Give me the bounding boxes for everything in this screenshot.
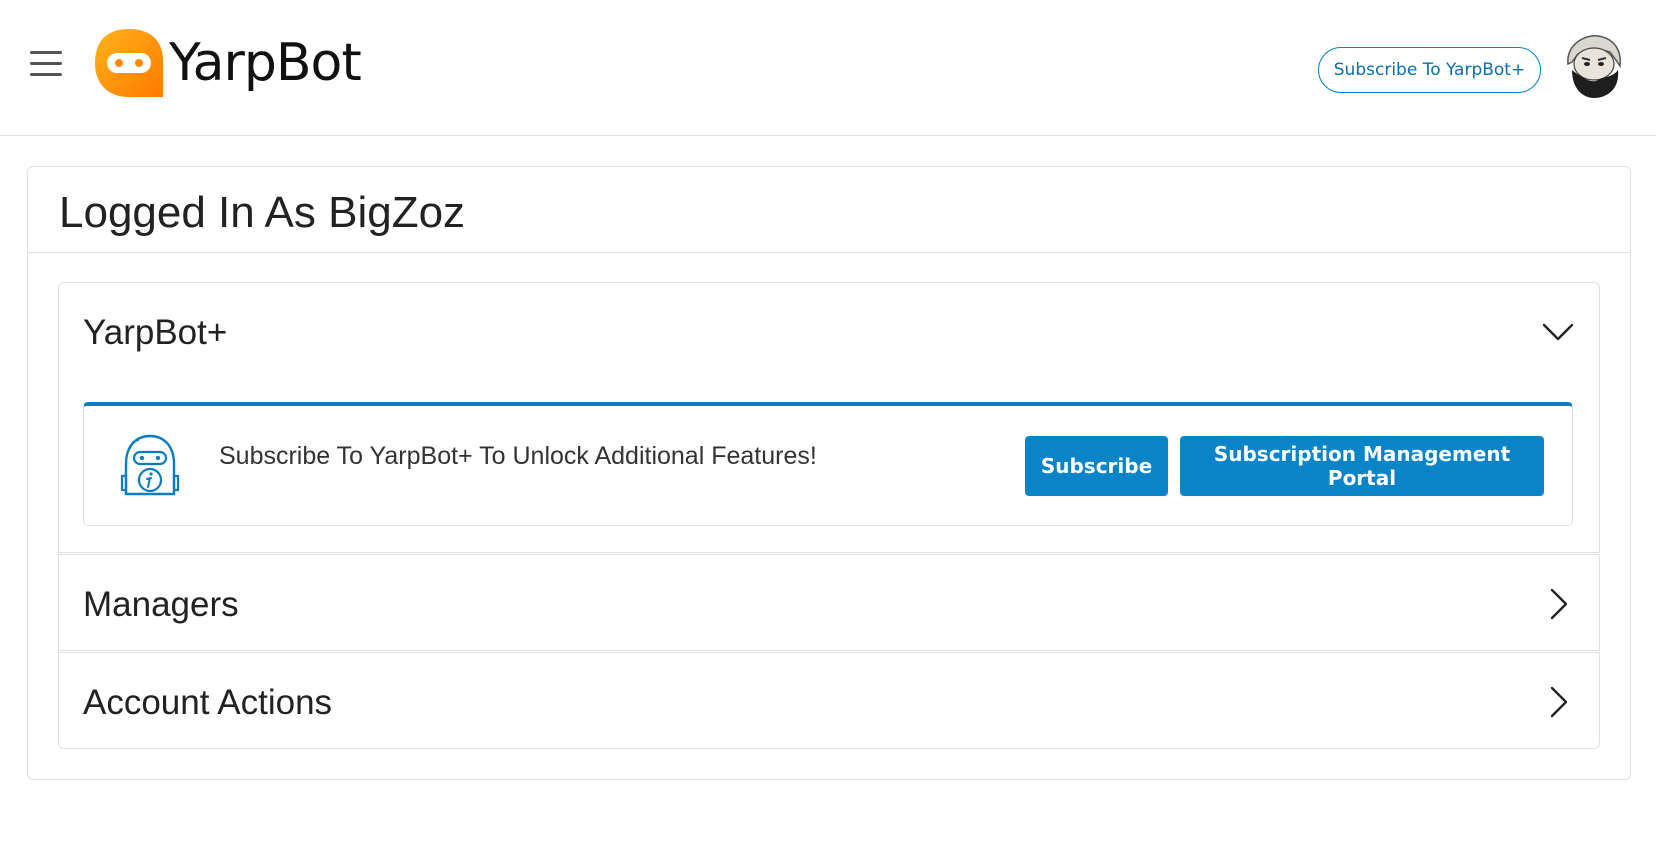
accordion-header-managers[interactable]: Managers [59, 555, 1599, 652]
accordion-item-account-actions: Account Actions [58, 652, 1600, 749]
accordion-label: YarpBot+ [83, 313, 228, 352]
accordion-header-yarpbot-plus[interactable]: YarpBot+ [59, 283, 1599, 380]
accordion-header-account-actions[interactable]: Account Actions [59, 653, 1599, 750]
subscription-info-text: Subscribe To YarpBot+ To Unlock Addition… [219, 442, 817, 470]
account-card: Logged In As BigZoz YarpBot+ Subscribe T… [27, 166, 1631, 780]
header-subscribe-button[interactable]: Subscribe To YarpBot+ [1318, 47, 1541, 93]
accordion-label: Managers [83, 585, 239, 624]
yarpbot-logo-icon [95, 29, 163, 97]
robot-info-icon [120, 434, 180, 496]
chevron-down-icon [1542, 323, 1574, 341]
page-title: Logged In As BigZoz [59, 187, 466, 237]
subscription-portal-button[interactable]: Subscription Management Portal [1180, 436, 1544, 496]
subscription-info-box: Subscribe To YarpBot+ To Unlock Addition… [83, 402, 1573, 526]
user-avatar[interactable] [1558, 30, 1628, 100]
chevron-right-icon [1550, 686, 1568, 718]
chevron-right-icon [1550, 588, 1568, 620]
accordion-item-managers: Managers [58, 554, 1600, 651]
accordion-item-yarpbot-plus: YarpBot+ Subscribe To YarpBot+ To Unlock… [58, 282, 1600, 553]
subscribe-button[interactable]: Subscribe [1025, 436, 1168, 496]
accordion-label: Account Actions [83, 683, 333, 722]
top-navbar: YarpBot Subscribe To YarpBot+ [0, 0, 1656, 136]
card-header: Logged In As BigZoz [28, 167, 1630, 253]
brand-name: YarpBot [169, 33, 362, 93]
hamburger-menu-icon[interactable] [30, 49, 62, 79]
brand-link[interactable]: YarpBot [93, 27, 362, 99]
